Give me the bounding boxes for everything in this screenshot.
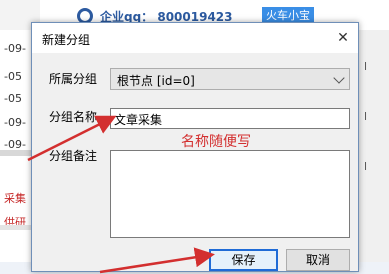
background-row-date: -05 <box>4 70 22 83</box>
background-right-mark: l <box>364 160 368 173</box>
background-right-mark: l <box>364 60 368 73</box>
parent-group-value: 根节点 [id=0] <box>117 74 195 88</box>
background-row-date: -09- <box>4 116 26 129</box>
group-name-value: 文章采集 <box>114 113 163 127</box>
dialog-title: 新建分组 <box>42 33 91 47</box>
close-icon[interactable]: ✕ <box>332 27 354 49</box>
background-right-panel <box>355 30 389 274</box>
background-row-date: -09- <box>4 42 26 55</box>
parent-group-select[interactable]: 根节点 [id=0] <box>110 68 350 90</box>
group-name-input[interactable]: 文章采集 <box>110 108 350 129</box>
cancel-button[interactable]: 取消 <box>286 249 350 271</box>
background-row-date: -05 <box>4 92 22 105</box>
parent-group-label: 所属分组 <box>49 72 98 86</box>
background-right-mark: l <box>364 110 368 123</box>
group-note-textarea[interactable] <box>110 150 350 238</box>
background-link[interactable]: 采集 <box>4 190 26 206</box>
new-group-dialog: 新建分组 ✕ 所属分组 根节点 [id=0] 分组名称 文章采集 名称随便写 分… <box>31 22 359 272</box>
group-note-label: 分组备注 <box>49 149 98 163</box>
dialog-titlebar[interactable]: 新建分组 ✕ <box>32 23 358 53</box>
chevron-down-icon <box>333 72 345 84</box>
group-name-label: 分组名称 <box>49 110 98 124</box>
save-button[interactable]: 保存 <box>209 249 278 271</box>
annotation-text: 名称随便写 <box>181 134 251 150</box>
